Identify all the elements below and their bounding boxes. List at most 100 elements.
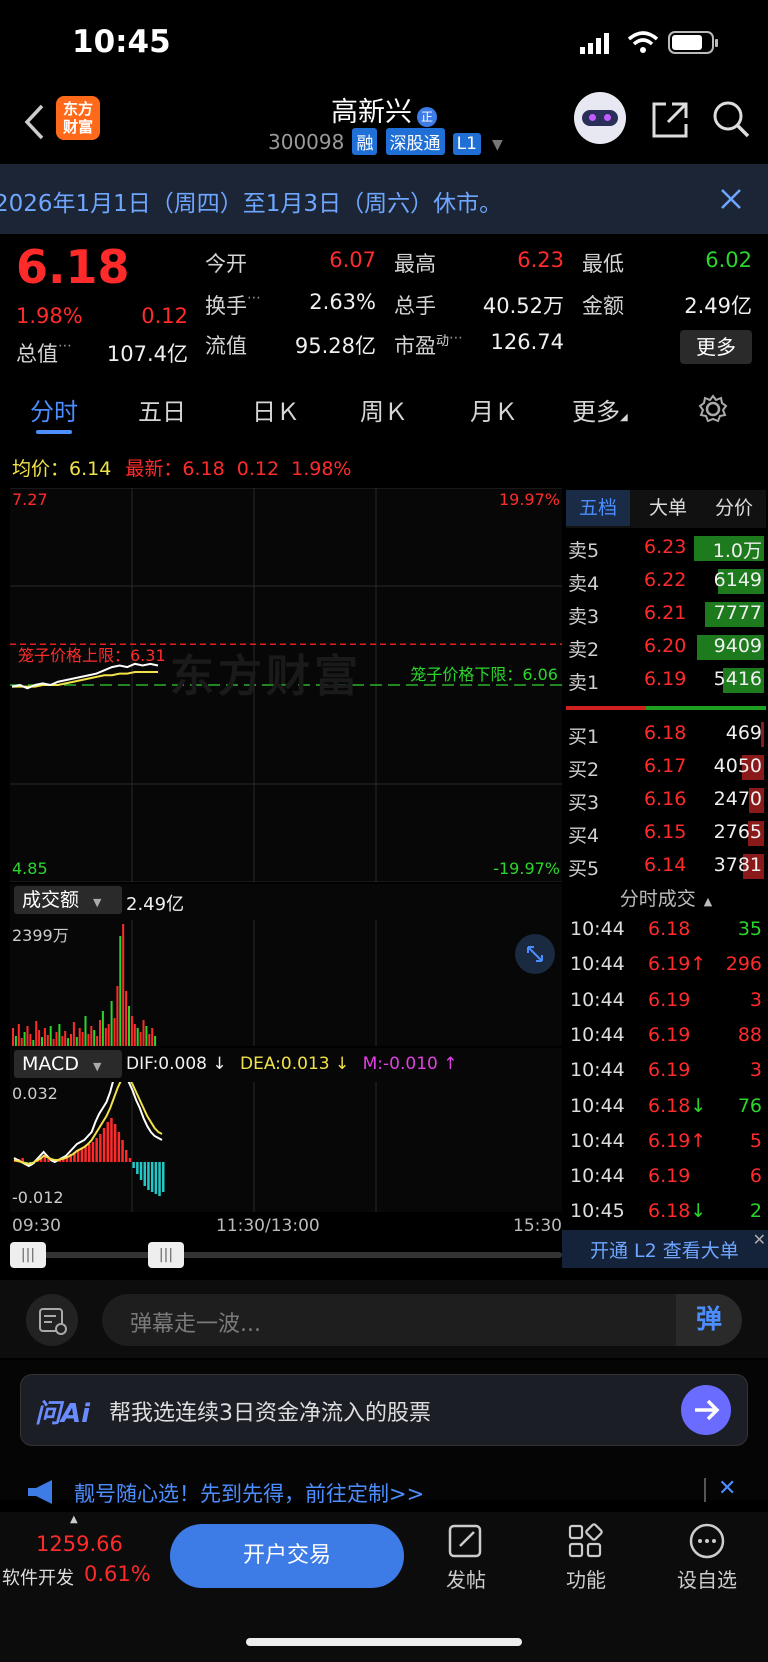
trade-time: 10:44 — [570, 918, 625, 940]
trades-header[interactable]: 分时成交 ▲ — [566, 884, 766, 914]
close-icon[interactable]: ✕ — [753, 1230, 766, 1249]
trade-volume: 3 — [749, 1059, 762, 1082]
bid-row[interactable]: 买1 6.18 469 — [566, 718, 766, 751]
volume-bar — [139, 1032, 142, 1046]
ask-row[interactable]: 卖1 6.19 5416 — [566, 664, 766, 697]
level-price: 6.21 — [644, 602, 687, 624]
trade-volume: 3 — [749, 988, 762, 1011]
trade-price: 6.18↓ — [648, 1200, 707, 1223]
bid-row[interactable]: 买2 6.17 4050 — [566, 751, 766, 784]
more-button[interactable]: 更多 — [680, 330, 752, 364]
ai-prompt-box[interactable]: 问Ai 帮我选连续3日资金净流入的股票 — [20, 1374, 748, 1446]
macd-bar — [158, 1162, 161, 1196]
tab-more[interactable]: 更多◢ — [572, 392, 628, 427]
volume-bar — [107, 1024, 110, 1046]
level-volume: 2765 — [713, 821, 762, 843]
trade-volume: 5 — [749, 1129, 762, 1152]
volume-bar — [154, 1036, 157, 1046]
pe-label: 市盈 — [394, 334, 436, 358]
tab-weekly[interactable]: 周Ｋ — [360, 392, 408, 427]
open-account-trade-button[interactable]: 开户交易 — [170, 1524, 404, 1588]
tab-monthly[interactable]: 月Ｋ — [470, 392, 518, 427]
volume-bar — [104, 1028, 107, 1046]
promo-bar[interactable]: 靓号随心选！先到先得，前往定制>> ✕ — [10, 1472, 758, 1512]
caret-up-icon: ▲ — [70, 1514, 78, 1525]
watchlist-label: 设自选 — [677, 1568, 737, 1592]
trade-time: 10:44 — [570, 988, 625, 1011]
close-icon[interactable] — [720, 188, 742, 210]
level-volume: 469 — [725, 722, 762, 744]
l2-banner[interactable]: 开通 L2 查看大单 ✕ — [562, 1230, 768, 1268]
tab-price-dist[interactable]: 分价 — [702, 490, 766, 526]
ask-row[interactable]: 卖2 6.20 9409 — [566, 631, 766, 664]
post-button[interactable]: 发帖 — [436, 1522, 496, 1593]
danmaku-send-button[interactable]: 弹 — [676, 1294, 742, 1346]
macd-bar — [154, 1162, 158, 1194]
amount-value: 2.49亿 — [684, 294, 752, 318]
macd-selector[interactable]: MACD ▼ — [14, 1050, 122, 1078]
expand-icon[interactable] — [515, 934, 555, 974]
share-icon[interactable] — [650, 100, 690, 140]
ask-row[interactable]: 卖5 6.23 1.0万 — [566, 532, 766, 565]
trade-volume: 296 — [725, 953, 762, 976]
signal-icon — [580, 33, 609, 54]
bid-row[interactable]: 买4 6.15 2765 — [566, 817, 766, 850]
tab-daily[interactable]: 日Ｋ — [252, 392, 300, 427]
range-slider-track[interactable] — [10, 1252, 562, 1258]
volume-bar — [78, 1028, 81, 1046]
index-value[interactable]: 1259.66 — [36, 1532, 123, 1556]
tab-5day[interactable]: 五日 — [138, 392, 186, 427]
robot-avatar-icon[interactable] — [574, 92, 626, 144]
gear-icon[interactable] — [698, 394, 728, 424]
level-price: 6.23 — [644, 536, 687, 558]
clock: 10:45 — [72, 24, 171, 60]
range-handle-right[interactable]: ||| — [148, 1242, 184, 1268]
volume-bar — [46, 1035, 49, 1046]
trade-volume: 76 — [737, 1094, 762, 1117]
volume-bar — [133, 1024, 136, 1046]
info-icon[interactable]: ⋯ — [449, 330, 463, 346]
range-handle-left[interactable]: ||| — [10, 1242, 46, 1268]
search-icon[interactable] — [710, 98, 752, 140]
macd-bar — [162, 1162, 165, 1192]
info-icon[interactable]: ⋯ — [58, 338, 72, 354]
danmaku-input[interactable]: 弹幕走一波... 弹 — [102, 1294, 742, 1346]
high-label: 最高 — [394, 252, 436, 276]
level-label: 买2 — [568, 759, 600, 781]
trade-time: 10:44 — [570, 1023, 625, 1046]
tab-intraday[interactable]: 分时 — [30, 392, 78, 427]
period-tabs: 分时 五日 日Ｋ 周Ｋ 月Ｋ 更多◢ — [0, 378, 768, 438]
ask-row[interactable]: 卖4 6.22 6149 — [566, 565, 766, 598]
info-icon[interactable]: ⋯ — [247, 290, 261, 306]
level-price: 6.19 — [644, 668, 687, 690]
price-chart[interactable]: 东方财富 7.27 4.85 19.97% -19.97% 笼子价格上限：6.3… — [10, 488, 562, 882]
macd-bar — [121, 1140, 124, 1162]
more-dots-icon — [689, 1523, 725, 1559]
chevron-down-icon[interactable]: ▼ — [492, 137, 503, 153]
volume-bar — [29, 1034, 32, 1046]
danmaku-settings-icon[interactable] — [26, 1294, 78, 1346]
volume-bar — [128, 1006, 130, 1046]
tab-five-levels[interactable]: 五档 — [566, 490, 630, 526]
bid-row[interactable]: 买3 6.16 2470 — [566, 784, 766, 817]
function-button[interactable]: 功能 — [556, 1522, 616, 1593]
trade-price: 6.19 — [648, 988, 691, 1011]
close-icon[interactable]: ✕ — [718, 1476, 736, 1501]
level-label: 卖4 — [568, 573, 600, 595]
macd-bar — [117, 1132, 121, 1162]
bid-row[interactable]: 买5 6.14 3781 — [566, 850, 766, 883]
volume-bar — [110, 1001, 113, 1046]
add-watchlist-button[interactable]: 设自选 — [672, 1522, 742, 1593]
ask-row[interactable]: 卖3 6.21 7777 — [566, 598, 766, 631]
level-label: 买3 — [568, 792, 600, 814]
volume-selector[interactable]: 成交额 ▼ — [14, 886, 122, 914]
volume-bar — [55, 1032, 58, 1046]
volume-bar — [67, 1038, 70, 1046]
index-name[interactable]: 软件开发 — [2, 1564, 74, 1590]
macd-bar — [113, 1124, 117, 1162]
volume-total: 2.49亿 — [126, 894, 185, 915]
edit-icon — [448, 1524, 482, 1558]
tab-large-orders[interactable]: 大单 — [636, 490, 700, 526]
arrow-right-icon[interactable] — [681, 1385, 731, 1435]
level-label: 卖3 — [568, 606, 600, 628]
